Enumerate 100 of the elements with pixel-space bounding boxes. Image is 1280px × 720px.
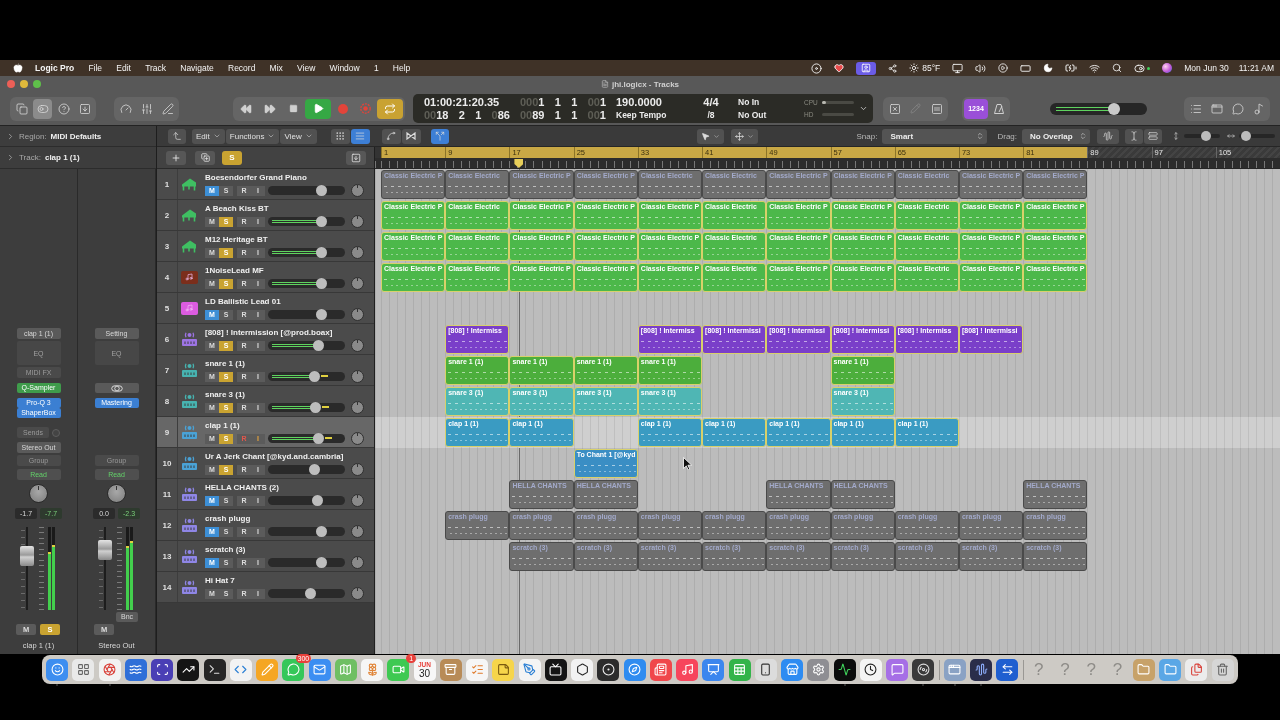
slider-thumb[interactable] [309,464,321,475]
volume-slider[interactable] [268,248,345,257]
slider-thumb[interactable] [309,371,321,382]
menu-item[interactable]: Edit [116,62,131,74]
fader-cap[interactable] [98,540,112,561]
chevron-right-icon[interactable] [6,153,15,162]
slider-thumb[interactable] [313,433,325,444]
slider-thumb[interactable] [311,495,323,506]
menu-item[interactable]: 1 [373,62,379,74]
clock-icon[interactable] [859,658,882,681]
text-cursor-button[interactable] [1125,128,1143,144]
menu-item[interactable]: Window [329,62,360,74]
smiley-face-icon[interactable] [46,658,68,681]
menu-item[interactable]: File [88,62,103,74]
volume-slider[interactable] [268,279,345,288]
grid-icon[interactable] [72,658,95,681]
share-icon[interactable] [888,63,898,73]
pan-knob[interactable] [351,463,364,476]
slider-thumb[interactable] [313,340,325,351]
storefront-icon[interactable] [781,658,803,681]
pan-knob[interactable] [351,370,364,383]
menu-item[interactable]: Help [392,62,411,74]
flex-button[interactable] [401,128,421,144]
envelope-icon[interactable] [308,658,331,681]
checklist-icon[interactable] [466,658,488,681]
menu-item[interactable]: Mix [269,62,283,74]
grid-view-button[interactable] [330,128,350,144]
automation-button[interactable] [381,128,401,144]
volume-slider[interactable] [268,217,345,226]
waveform-zoom-button[interactable] [1097,128,1119,144]
trash-icon[interactable] [1211,658,1234,681]
pan-knob[interactable] [351,587,364,600]
scan-frame-icon[interactable] [151,658,173,681]
speaker-icon[interactable] [975,62,987,74]
files-icon[interactable] [1185,658,1208,681]
volume-slider[interactable] [268,465,345,474]
menu-date[interactable]: Mon Jun 30 [1184,62,1229,74]
catch-button[interactable] [430,128,449,144]
menu-dropdown[interactable]: View [280,128,317,144]
video-camera-icon[interactable] [387,658,410,681]
volume-slider[interactable] [268,372,345,381]
volume-slider[interactable] [268,403,345,412]
menu-dropdown[interactable]: Functions [225,128,280,144]
slider-thumb[interactable] [316,247,328,258]
aperture-icon[interactable] [98,658,121,681]
pan-knob[interactable] [351,432,364,445]
missing-app-placeholder[interactable]: ? [1027,658,1050,681]
pan-knob[interactable] [351,401,364,414]
rectangle-icon[interactable] [1020,62,1032,74]
pan-knob[interactable] [351,556,364,569]
pan-knob[interactable] [351,339,364,352]
person-card-icon[interactable] [856,61,877,75]
chevron-right-icon[interactable] [6,131,15,141]
master-volume-slider[interactable] [1050,102,1147,115]
menu-item[interactable]: Record [228,62,256,74]
pan-knob[interactable] [351,277,364,290]
missing-app-placeholder[interactable]: ? [1106,658,1129,681]
pan-knob[interactable] [29,484,48,503]
inspector-button[interactable] [33,98,52,119]
pan-knob[interactable] [351,215,364,228]
monitor-icon[interactable] [952,62,964,74]
music-note-icon[interactable] [676,658,698,681]
volume-slider[interactable] [268,558,345,567]
orb-icon[interactable] [1162,63,1173,73]
search-icon[interactable] [1112,63,1123,73]
wifi-icon[interactable] [1089,62,1101,74]
volume-slider[interactable] [268,310,345,319]
pan-knob[interactable] [351,525,364,538]
slider-thumb[interactable] [1108,102,1120,115]
slider-thumb[interactable] [316,557,328,568]
stereo-link-button[interactable] [94,383,139,393]
pan-knob[interactable] [351,184,364,197]
apple-icon[interactable] [13,63,23,73]
volume-slider[interactable] [268,527,345,536]
slider-thumb[interactable] [316,185,328,196]
global-solo-button[interactable]: S [222,150,242,165]
sticky-note-icon[interactable] [492,658,515,681]
cycle-button[interactable] [377,98,403,119]
volume-slider[interactable] [268,496,345,505]
missing-app-placeholder[interactable]: ? [1080,658,1103,681]
slider-thumb[interactable] [316,309,328,320]
stretch-button[interactable] [1144,128,1162,144]
pan-knob[interactable] [107,484,126,503]
playhead-marker[interactable] [514,159,524,168]
drag-dropdown[interactable]: No Overlap [1022,128,1090,144]
slider-thumb[interactable] [1200,131,1211,141]
pan-knob[interactable] [351,246,364,259]
moon-icon[interactable] [1043,63,1054,73]
minimize-button[interactable] [20,80,28,88]
flower-icon[interactable] [361,658,383,681]
toggle-icon[interactable] [1134,62,1146,74]
slider-thumb[interactable] [310,402,322,413]
play-circle-icon[interactable] [998,63,1009,73]
pan-knob[interactable] [351,494,364,507]
presentation-board-icon[interactable] [702,658,725,681]
pan-knob[interactable] [351,308,364,321]
volume-slider[interactable] [268,589,345,598]
slider-thumb[interactable] [316,278,328,289]
slider-thumb[interactable] [316,526,328,537]
snap-dropdown[interactable]: Smart [882,128,988,144]
